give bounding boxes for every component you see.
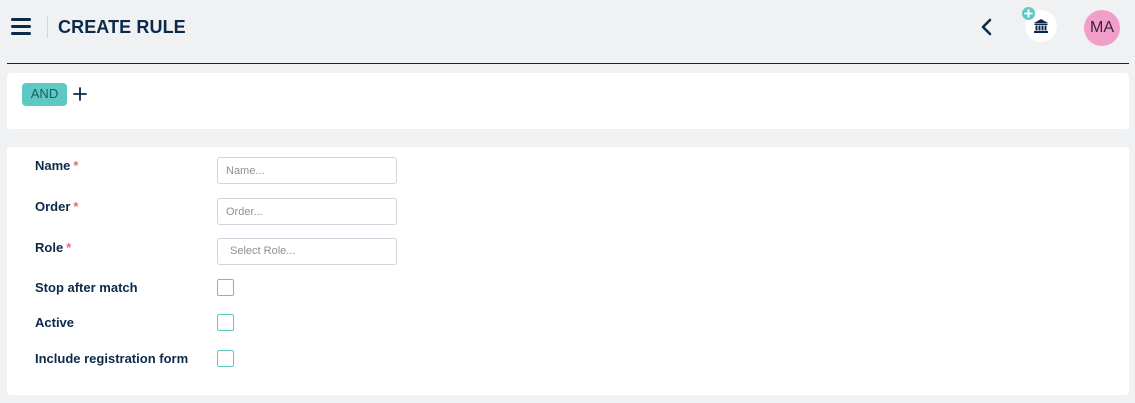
add-condition-button[interactable] <box>73 87 87 101</box>
hamburger-menu-icon[interactable] <box>11 17 31 35</box>
back-button[interactable] <box>977 16 997 38</box>
include-registration-form-label: Include registration form <box>35 351 189 366</box>
order-input[interactable] <box>217 198 397 225</box>
rule-logic-panel: AND <box>7 73 1129 129</box>
bank-icon <box>1034 19 1048 33</box>
top-header: CREATE RULE MA <box>0 0 1135 64</box>
header-underline <box>7 63 1129 64</box>
active-label: Active <box>35 315 75 330</box>
chevron-left-icon <box>981 18 992 36</box>
stop-after-match-label: Stop after match <box>35 280 138 295</box>
user-avatar[interactable]: MA <box>1084 10 1120 46</box>
order-label-text: Order <box>35 199 71 214</box>
role-label-text: Role <box>35 240 64 255</box>
role-select[interactable]: Select Role... <box>217 238 397 265</box>
include-registration-form-checkbox[interactable] <box>217 350 234 367</box>
required-mark: * <box>73 158 79 173</box>
institution-button[interactable] <box>1022 7 1057 42</box>
name-label-text: Name <box>35 158 71 173</box>
required-mark: * <box>66 240 72 255</box>
and-operator-chip[interactable]: AND <box>22 83 67 106</box>
order-label: Order * <box>35 199 78 214</box>
name-input[interactable] <box>217 157 397 184</box>
stop-after-match-checkbox[interactable] <box>217 279 234 296</box>
plus-badge-icon <box>1022 7 1035 20</box>
rule-form-panel: Name* Order* Role* Select Role... Stop a… <box>7 147 1129 395</box>
page-title: CREATE RULE <box>58 17 186 37</box>
required-mark: * <box>73 199 79 214</box>
active-checkbox[interactable] <box>217 314 234 331</box>
role-label: Role * <box>35 240 71 255</box>
header-divider <box>47 16 48 38</box>
name-label: Name * <box>35 158 78 173</box>
plus-icon <box>73 87 87 101</box>
